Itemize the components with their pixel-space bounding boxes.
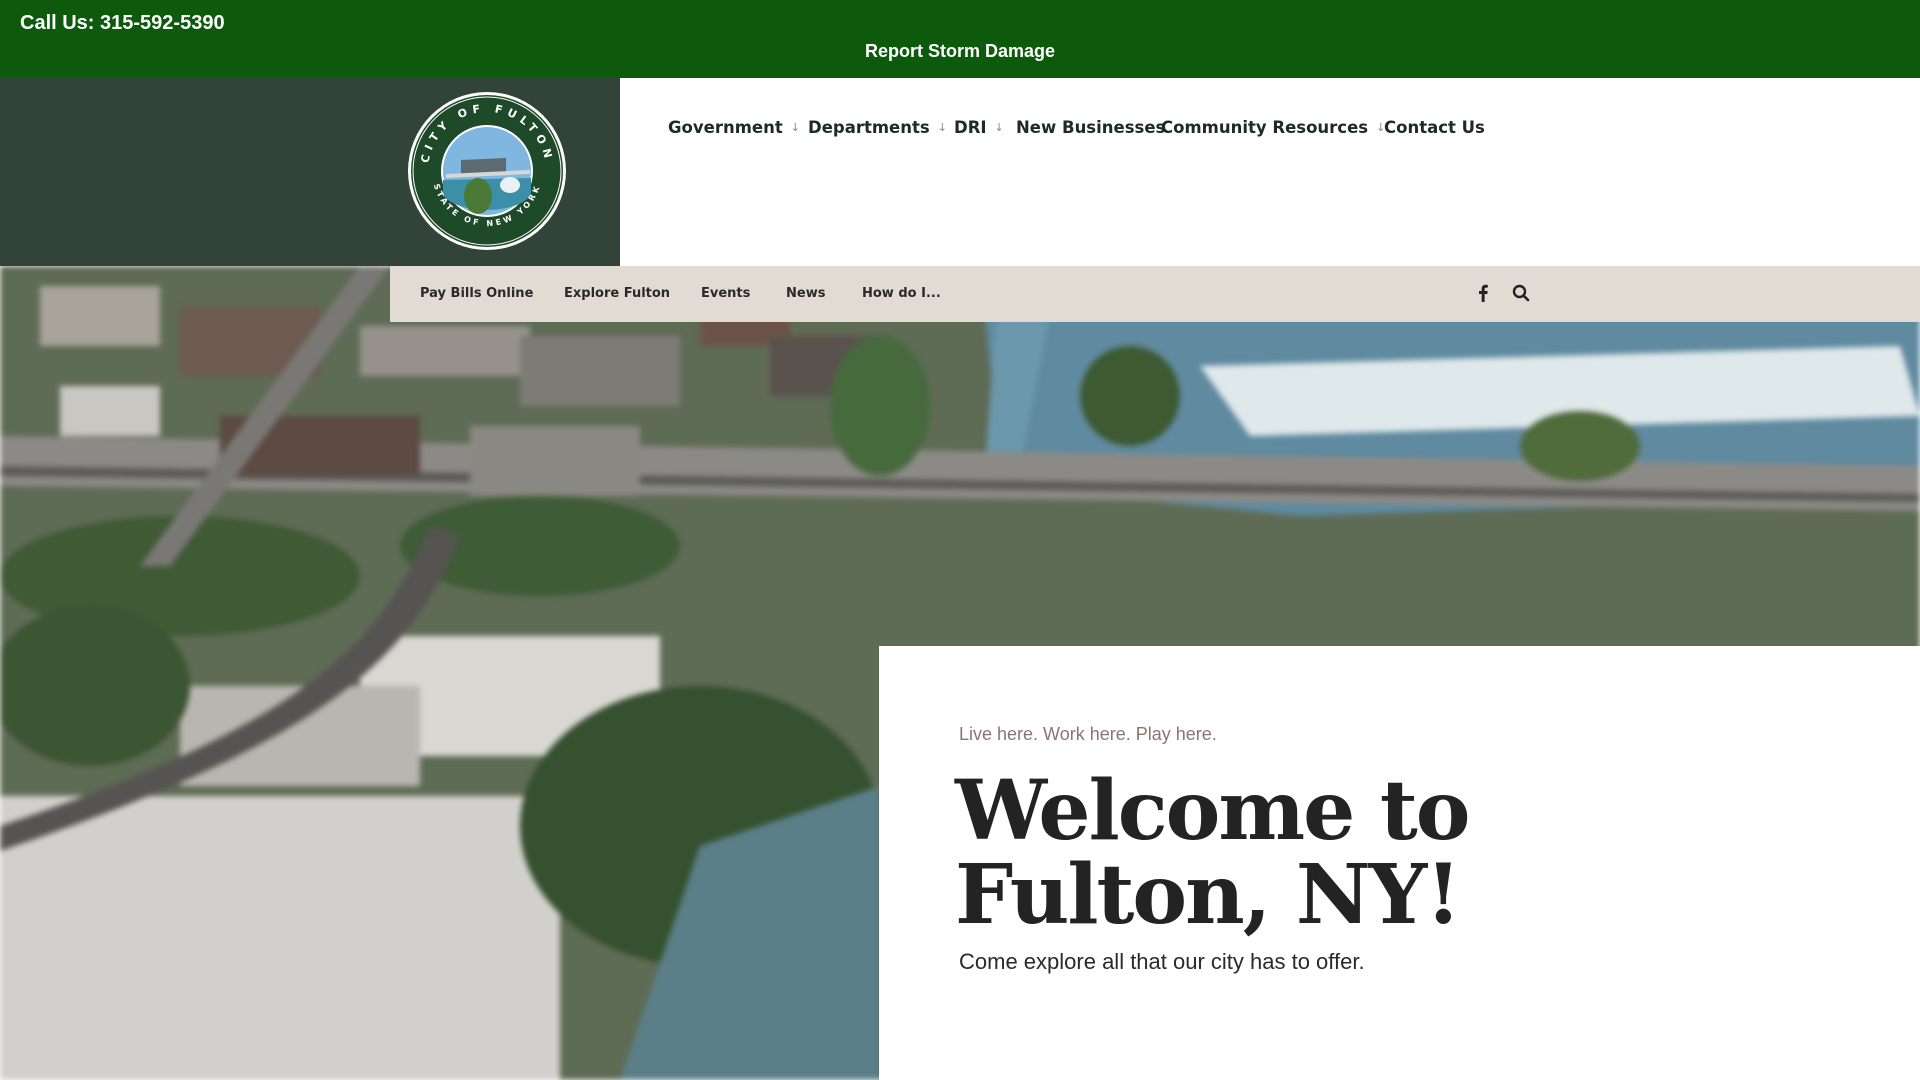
nav-dri[interactable]: DRI ↓	[954, 118, 1004, 137]
nav-government[interactable]: Government ↓	[668, 118, 800, 137]
report-storm-damage-link[interactable]: Report Storm Damage	[0, 41, 1920, 62]
hero-tagline: Live here. Work here. Play here.	[959, 724, 1217, 744]
nav-community-resources[interactable]: Community Resources ↓	[1161, 118, 1385, 137]
subnav-events[interactable]: Events	[701, 286, 750, 301]
nav-departments-label: Departments	[808, 118, 930, 137]
main-navigation: Government ↓ Departments ↓ DRI ↓ New Bus…	[620, 78, 1920, 266]
subnav-how-do-i[interactable]: How do I...	[862, 286, 941, 301]
city-seal-logo[interactable]: CITY OF FULTON STATE OF NEW YORK	[406, 90, 568, 252]
nav-new-businesses[interactable]: New Businesses	[1016, 118, 1165, 137]
hero-title: Welcome to Fulton, NY!	[955, 763, 1470, 943]
chevron-down-icon: ↓	[790, 121, 800, 134]
chevron-down-icon: ↓	[937, 121, 947, 134]
search-icon[interactable]	[1510, 282, 1532, 304]
top-bar: Call Us: 315-592-5390 Report Storm Damag…	[0, 0, 1920, 78]
subnav-pay-bills-online[interactable]: Pay Bills Online	[420, 286, 533, 301]
subnav-news[interactable]: News	[786, 286, 825, 301]
hero-subtitle: Come explore all that our city has to of…	[959, 949, 1365, 974]
nav-departments[interactable]: Departments ↓	[808, 118, 947, 137]
nav-new-businesses-label: New Businesses	[1016, 118, 1166, 137]
call-us-text[interactable]: Call Us: 315-592-5390	[20, 12, 225, 35]
facebook-icon[interactable]	[1472, 282, 1494, 304]
nav-dri-label: DRI	[954, 118, 987, 137]
subnav-explore-fulton[interactable]: Explore Fulton	[564, 286, 670, 301]
secondary-navigation: Pay Bills Online Explore Fulton Events N…	[390, 266, 1920, 322]
nav-contact-us[interactable]: Contact Us	[1384, 118, 1485, 137]
chevron-down-icon: ↓	[994, 121, 1004, 134]
welcome-card: Live here. Work here. Play here. Welcome…	[879, 646, 1920, 1080]
nav-community-resources-label: Community Resources	[1161, 118, 1369, 137]
nav-government-label: Government	[668, 118, 783, 137]
nav-contact-us-label: Contact Us	[1384, 118, 1485, 137]
